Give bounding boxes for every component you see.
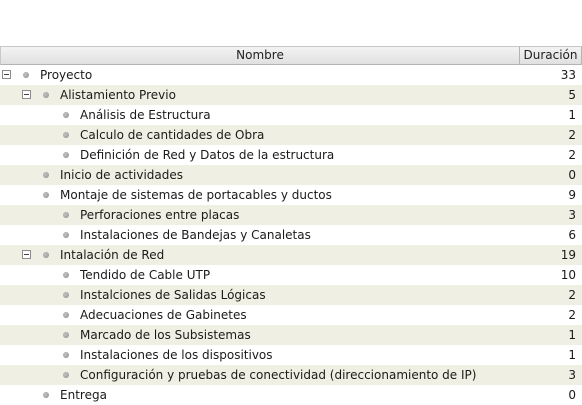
tree-row[interactable]: Instalaciones de los dispositivos 1 (0, 345, 582, 365)
bullet-icon (63, 232, 69, 238)
task-duration: 1 (568, 108, 576, 122)
task-name: Calculo de cantidades de Obra (80, 128, 265, 142)
bullet-icon (63, 332, 69, 338)
task-name: Intalación de Red (60, 248, 165, 262)
tree-row[interactable]: Adecuaciones de Gabinetes 2 (0, 305, 582, 325)
task-name: Configuración y pruebas de conectividad … (80, 368, 477, 382)
task-name: Instalaciones de los dispositivos (80, 348, 273, 362)
bullet-icon (63, 292, 69, 298)
task-name: Instalaciones de Bandejas y Canaletas (80, 228, 311, 242)
task-duration: 9 (568, 188, 576, 202)
bullet-icon (63, 132, 69, 138)
tree-row[interactable]: Instalaciones de Bandejas y Canaletas 6 (0, 225, 582, 245)
task-duration: 2 (568, 308, 576, 322)
task-duration: 1 (568, 348, 576, 362)
tree-row[interactable]: Montaje de sistemas de portacables y duc… (0, 185, 582, 205)
task-name: Adecuaciones de Gabinetes (80, 308, 247, 322)
task-duration: 2 (568, 288, 576, 302)
task-duration: 5 (568, 88, 576, 102)
tree-row[interactable]: Calculo de cantidades de Obra 2 (0, 125, 582, 145)
tree-row[interactable]: Alistamiento Previo 5 (0, 85, 582, 105)
task-duration: 10 (560, 268, 576, 282)
tree-row[interactable]: Marcado de los Subsistemas 1 (0, 325, 582, 345)
task-name: Análisis de Estructura (80, 108, 211, 122)
bullet-icon (63, 372, 69, 378)
task-name: Alistamiento Previo (60, 88, 176, 102)
tree-row[interactable]: Proyecto 33 (0, 65, 582, 85)
task-duration: 0 (568, 388, 576, 402)
task-name: Perforaciones entre placas (80, 208, 240, 222)
tree-row[interactable]: Entrega 0 (0, 385, 582, 405)
collapse-toggle-icon[interactable] (22, 90, 31, 99)
task-tree-view[interactable]: Nombre Duración Proyecto 33 Alistamiento P… (0, 46, 582, 405)
bullet-icon (63, 312, 69, 318)
tree-rows: Proyecto 33 Alistamiento Previo 5 Análisis d… (0, 65, 582, 405)
task-duration: 19 (560, 248, 576, 262)
bullet-icon (43, 172, 49, 178)
task-name: Definición de Red y Datos de la estructu… (80, 148, 335, 162)
column-header-name[interactable]: Nombre (0, 46, 520, 65)
bullet-icon (63, 272, 69, 278)
task-duration: 33 (560, 68, 576, 82)
tree-row[interactable]: Perforaciones entre placas 3 (0, 205, 582, 225)
task-name: Montaje de sistemas de portacables y duc… (60, 188, 332, 202)
task-name: Tendido de Cable UTP (80, 268, 211, 282)
bullet-icon (43, 92, 49, 98)
bullet-icon (63, 352, 69, 358)
bullet-icon (63, 152, 69, 158)
task-duration: 0 (568, 168, 576, 182)
task-name: Entrega (60, 388, 107, 402)
task-duration: 2 (568, 128, 576, 142)
tree-row[interactable]: Inicio de actividades 0 (0, 165, 582, 185)
collapse-toggle-icon[interactable] (2, 70, 11, 79)
tree-row[interactable]: Instalciones de Salidas Lógicas 2 (0, 285, 582, 305)
bullet-icon (23, 72, 29, 78)
tree-row[interactable]: Configuración y pruebas de conectividad … (0, 365, 582, 385)
bullet-icon (43, 252, 49, 258)
bullet-icon (63, 112, 69, 118)
bullet-icon (63, 212, 69, 218)
column-header-duration[interactable]: Duración (520, 46, 582, 65)
bullet-icon (43, 192, 49, 198)
task-duration: 1 (568, 328, 576, 342)
task-duration: 3 (568, 368, 576, 382)
task-name: Proyecto (40, 68, 93, 82)
tree-row[interactable]: Definición de Red y Datos de la estructu… (0, 145, 582, 165)
tree-row[interactable]: Tendido de Cable UTP 10 (0, 265, 582, 285)
task-name: Marcado de los Subsistemas (80, 328, 251, 342)
collapse-toggle-icon[interactable] (22, 250, 31, 259)
task-name: Instalciones de Salidas Lógicas (80, 288, 266, 302)
task-duration: 2 (568, 148, 576, 162)
tree-row[interactable]: Intalación de Red 19 (0, 245, 582, 265)
task-duration: 3 (568, 208, 576, 222)
bullet-icon (43, 392, 49, 398)
task-duration: 6 (568, 228, 576, 242)
tree-row[interactable]: Análisis de Estructura 1 (0, 105, 582, 125)
column-header: Nombre Duración (0, 46, 582, 65)
task-name: Inicio de actividades (60, 168, 184, 182)
